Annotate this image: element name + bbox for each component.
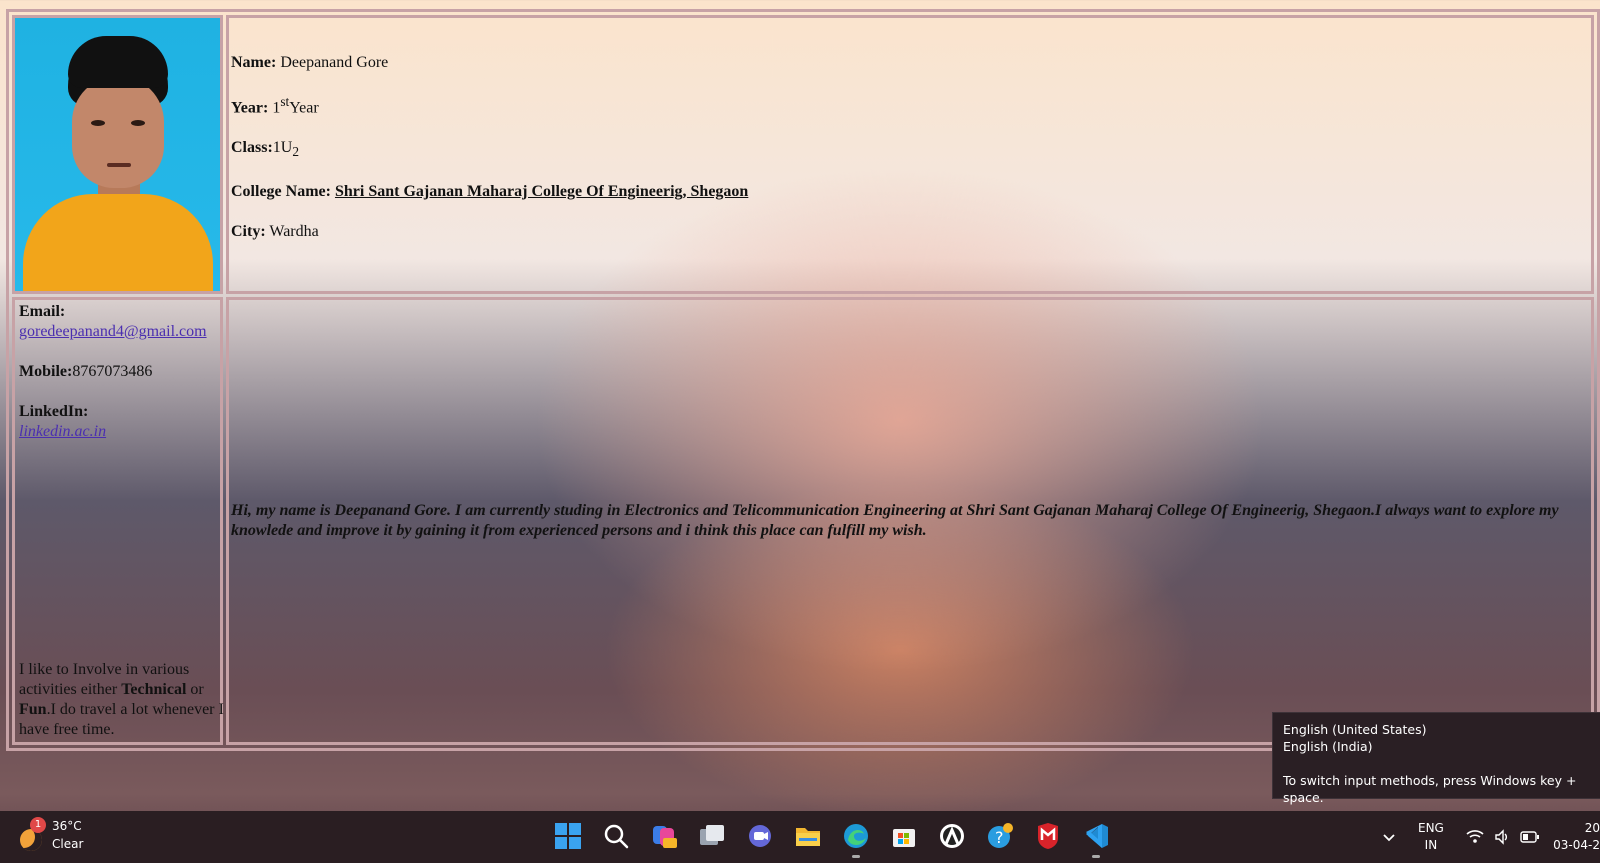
college-row: College Name: Shri Sant Gajanan Maharaj … — [231, 183, 1587, 201]
weather-widget[interactable]: 1 36°C Clear — [18, 817, 98, 857]
email-link[interactable]: goredeepanand4@gmail.com — [19, 323, 207, 340]
language-indicator[interactable]: ENG IN — [1418, 811, 1444, 863]
microsoft-store-icon[interactable] — [888, 820, 920, 852]
notification-badge: 1 — [30, 817, 46, 833]
temperature: 36°C — [52, 819, 82, 833]
year-word: Year — [289, 99, 319, 117]
city-label: City: — [231, 222, 266, 240]
profile-info: Name: Deepanand Gore Year: 1stYear Class… — [226, 15, 1594, 294]
name-value: Deepanand Gore — [280, 54, 389, 71]
contact-cell: Email: goredeepanand4@gmail.com Mobile:87… — [12, 297, 224, 745]
college-label: College Name: — [231, 182, 331, 200]
about-text: Hi, my name is Deepanand Gore. I am curr… — [226, 297, 1594, 745]
linkedin-link[interactable]: linkedin.ac.in — [19, 423, 106, 440]
language-code: ENG — [1418, 821, 1444, 835]
volume-icon — [1495, 829, 1507, 845]
college-link[interactable]: Shri Sant Gajanan Maharaj College Of Eng… — [335, 183, 748, 200]
input-hint: To switch input methods, press Windows k… — [1283, 773, 1577, 805]
city-value: Wardha — [269, 222, 319, 240]
linkedin-label: LinkedIn: — [19, 403, 89, 420]
app-icon[interactable] — [936, 820, 968, 852]
mcafee-icon[interactable] — [1032, 820, 1064, 852]
svg-text:?: ? — [995, 828, 1004, 847]
get-help-icon[interactable]: ? — [984, 820, 1016, 852]
vs-code-icon[interactable] — [1080, 820, 1112, 858]
system-tray[interactable] — [1466, 811, 1540, 863]
wifi-icon — [1466, 830, 1484, 843]
input-option-us[interactable]: English (United States) — [1283, 721, 1600, 738]
edge-icon[interactable] — [840, 820, 872, 858]
year-row: Year: 1stYear — [231, 94, 1587, 117]
hobby-text: I like to Involve in various activities … — [19, 661, 224, 738]
weather-condition: Clear — [52, 837, 84, 851]
class-row: Class:1U2 — [231, 139, 1587, 160]
mobile-label: Mobile: — [19, 363, 73, 380]
windows-start-icon[interactable] — [552, 820, 584, 852]
resume-table: Name: Deepanand Gore Year: 1stYear Class… — [6, 9, 1600, 751]
taskbar: 1 36°C Clear ? ENG IN 20 03-04-2 — [0, 811, 1600, 863]
mobile-value: 8767073486 — [72, 363, 153, 380]
copilot-icon[interactable] — [648, 820, 680, 852]
city-row: City: Wardha — [231, 223, 1587, 241]
input-option-india[interactable]: English (India) — [1283, 738, 1600, 755]
class-subscript: 2 — [292, 144, 300, 160]
input-method-tooltip: English (United States) English (India) … — [1272, 712, 1600, 805]
chevron-up-icon — [1383, 834, 1395, 842]
year-superscript: st — [280, 94, 290, 109]
year-label: Year: — [231, 99, 269, 117]
battery-icon — [1520, 831, 1539, 843]
language-region: IN — [1424, 838, 1438, 852]
class-label: Class: — [231, 139, 273, 157]
teams-chat-icon[interactable] — [744, 820, 776, 852]
search-icon[interactable] — [600, 820, 632, 852]
name-row: Name: Deepanand Gore — [231, 54, 1587, 72]
task-view-icon[interactable] — [696, 820, 728, 852]
clock-date: 03-04-2 — [1553, 838, 1600, 852]
clock-time: 20 — [1584, 821, 1600, 835]
clock[interactable]: 20 03-04-2 — [1552, 811, 1600, 863]
email-label: Email: — [19, 303, 66, 320]
name-label: Name: — [231, 54, 277, 71]
photo-cell — [12, 15, 223, 294]
class-value: 1U — [272, 139, 293, 157]
show-hidden-icons-button[interactable] — [1380, 811, 1398, 863]
profile-photo — [15, 18, 220, 291]
file-explorer-icon[interactable] — [792, 820, 824, 852]
